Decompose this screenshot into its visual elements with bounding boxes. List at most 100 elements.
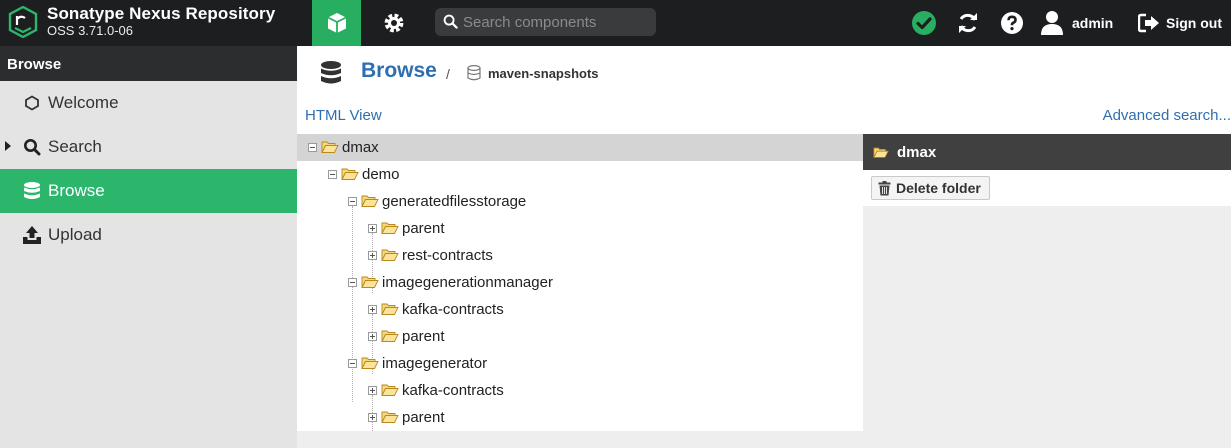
gear-icon [384,13,404,33]
folder-open-icon [381,411,399,423]
check-circle-icon [912,11,936,35]
sidebar-item-search[interactable]: Search [0,125,297,169]
repository-icon [467,65,481,81]
sidebar-item-label: Search [48,137,102,156]
collapse-toggle[interactable] [308,143,317,152]
folder-open-icon [381,222,399,234]
tree-node-label: kafka-contracts [402,301,504,318]
tree-node-parent[interactable]: parent [297,215,863,242]
expand-toggle[interactable] [368,224,377,233]
delete-folder-label: Delete folder [896,180,981,196]
refresh-icon [959,13,977,33]
folder-detail-panel: dmax Delete folder [863,134,1231,431]
administration-button[interactable] [371,0,417,46]
collapse-toggle[interactable] [348,359,357,368]
collapse-toggle[interactable] [348,278,357,287]
delete-folder-button[interactable]: Delete folder [871,176,990,200]
component-tree: dmax demo generatedfilesstorage parent r… [297,134,863,448]
expand-toggle[interactable] [368,386,377,395]
search-icon [22,137,42,157]
refresh-button[interactable] [954,0,982,46]
folder-open-icon [381,384,399,396]
folder-open-icon [361,195,379,207]
question-circle-icon [1001,12,1023,34]
search-components-input[interactable] [463,11,648,33]
help-button[interactable] [999,0,1025,46]
expand-arrow-icon[interactable] [5,141,11,151]
sign-out-icon [1138,13,1159,33]
tree-node-label: parent [402,220,445,237]
sidebar-item-upload[interactable]: Upload [0,213,297,257]
tree-node-label: generatedfilesstorage [382,193,527,210]
hexagon-icon [22,93,42,113]
database-icon [321,61,341,84]
tree-node-imagegenerator[interactable]: imagegenerator [297,350,863,377]
collapse-toggle[interactable] [348,197,357,206]
sidebar-item-label: Upload [48,225,102,244]
tree-node-label: dmax [342,139,379,156]
detail-header: dmax [863,134,1231,170]
folder-open-icon [873,147,889,158]
tree-node-label: demo [362,166,400,183]
folder-open-icon [381,330,399,342]
footer-strip [297,431,1231,448]
detail-title: dmax [897,143,937,161]
tree-node-rest-contracts[interactable]: rest-contracts [297,242,863,269]
advanced-search-link[interactable]: Advanced search... [1103,107,1231,124]
folder-open-icon [361,357,379,369]
sidebar-heading: Browse [0,46,297,81]
folder-open-icon [381,303,399,315]
tree-node-dmax[interactable]: dmax [297,134,863,161]
tree-node-label: parent [402,328,445,345]
brand-title: Sonatype Nexus Repository [47,4,276,23]
top-header: Sonatype Nexus Repository OSS 3.71.0-06 [0,0,1231,46]
expand-toggle[interactable] [368,251,377,260]
tree-node-parent[interactable]: parent [297,323,863,350]
breadcrumb-repository: maven-snapshots [488,66,599,81]
browse-mode-button[interactable] [312,0,361,46]
breadcrumb-separator: / [446,66,450,82]
expand-toggle[interactable] [368,305,377,314]
tree-node-kafka-contracts[interactable]: kafka-contracts [297,296,863,323]
brand-version: OSS 3.71.0-06 [47,23,133,38]
main-panel: Browse / maven-snapshots HTML View Advan… [297,46,1231,448]
sidebar-item-label: Browse [48,181,105,200]
sidebar-item-welcome[interactable]: Welcome [0,81,297,125]
expand-toggle[interactable] [368,332,377,341]
folder-open-icon [341,168,359,180]
folder-open-icon [361,276,379,288]
breadcrumb-title[interactable]: Browse [361,59,437,83]
upload-icon [22,225,42,245]
nexus-logo-icon [8,6,38,38]
search-components-box [435,8,656,36]
trash-icon [878,180,891,195]
tree-node-generatedfilesstorage[interactable]: generatedfilesstorage [297,188,863,215]
collapse-toggle[interactable] [328,170,337,179]
system-status-button[interactable] [909,0,939,46]
tree-node-label: kafka-contracts [402,382,504,399]
user-menu-button[interactable]: admin [1040,0,1113,46]
expand-toggle[interactable] [368,413,377,422]
sidebar-item-browse[interactable]: Browse [0,169,297,213]
sidebar: Browse Welcome Search Browse Upload [0,46,297,448]
folder-open-icon [381,249,399,261]
sign-out-label: Sign out [1166,15,1222,31]
database-icon [22,181,42,201]
tree-node-label: rest-contracts [402,247,493,264]
folder-open-icon [321,141,339,153]
sidebar-item-label: Welcome [48,93,119,112]
search-icon [443,14,458,29]
cube-icon [327,13,346,33]
user-icon [1041,11,1063,35]
sign-out-button[interactable]: Sign out [1138,0,1222,46]
tree-node-kafka-contracts[interactable]: kafka-contracts [297,377,863,404]
username-label: admin [1072,15,1114,31]
tree-node-imagegenerationmanager[interactable]: imagegenerationmanager [297,269,863,296]
tree-node-label: imagegenerator [382,355,488,372]
html-view-link[interactable]: HTML View [305,107,382,124]
detail-toolbar: Delete folder [863,170,1231,206]
tree-node-label: imagegenerationmanager [382,274,553,291]
tree-node-label: parent [402,409,445,426]
tree-node-demo[interactable]: demo [297,161,863,188]
tree-node-parent[interactable]: parent [297,404,863,431]
